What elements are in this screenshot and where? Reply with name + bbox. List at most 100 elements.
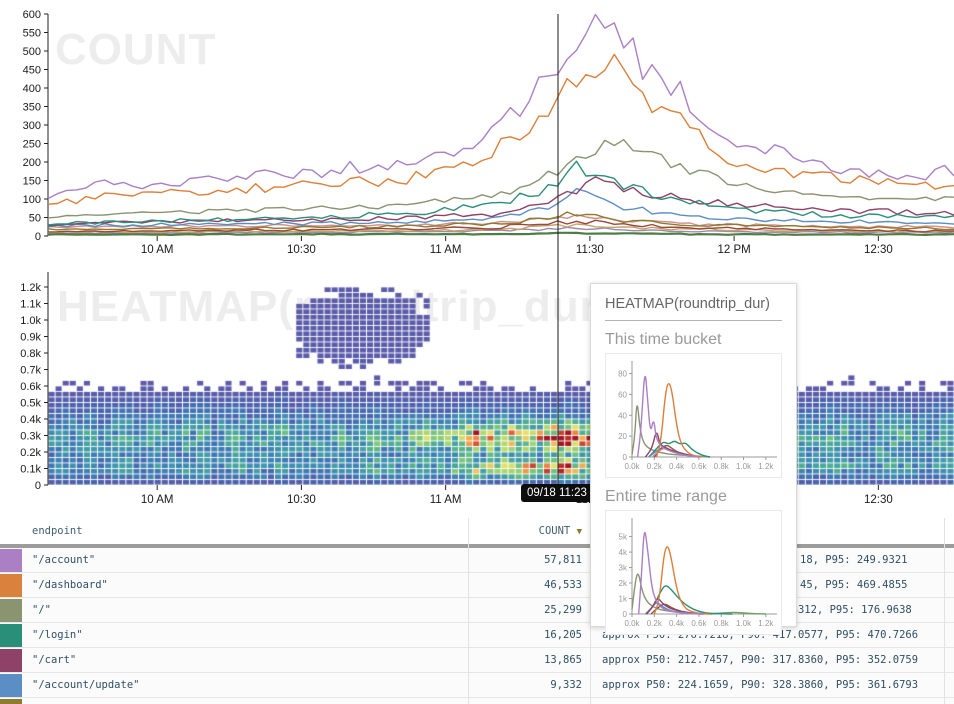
svg-text:200: 200 <box>23 157 41 169</box>
svg-text:10:30: 10:30 <box>287 494 316 506</box>
svg-text:11:30: 11:30 <box>576 244 604 256</box>
svg-text:600: 600 <box>23 9 41 21</box>
svg-text:50: 50 <box>29 213 41 225</box>
column-header-count[interactable]: COUNT ▼ <box>468 525 590 537</box>
svg-text:0.7k: 0.7k <box>20 365 41 377</box>
svg-text:0.2k: 0.2k <box>647 462 663 471</box>
svg-text:11 AM: 11 AM <box>430 494 462 506</box>
table-body: "/account" 57,811 18, P95: 249.9321 "/da… <box>0 548 954 704</box>
stats-cell: approx P50: 212.7457, P90: 317.8360, P95… <box>590 654 944 666</box>
svg-text:300: 300 <box>23 120 41 132</box>
svg-text:0.4k: 0.4k <box>20 414 41 426</box>
svg-text:10 AM: 10 AM <box>141 244 174 256</box>
svg-text:0.2k: 0.2k <box>647 619 663 628</box>
stats-cell: approx P50: 224.1659, P90: 328.3860, P95… <box>590 679 944 691</box>
popup-title: HEATMAP(roundtrip_dur) <box>605 296 782 321</box>
table-row[interactable]: "/login" 16,205 approx P50: 276.7218, P9… <box>0 623 954 648</box>
series-color-swatch <box>0 699 22 704</box>
endpoint-cell: "/account" <box>22 554 468 566</box>
entire-time-range-chart: 01k2k3k4k5k0.0k0.2k0.4k0.6k0.8k1.0k1.2k <box>605 510 782 635</box>
table-row[interactable]: "/dashboard" 46,533 45, P95: 469.4855 <box>0 573 954 598</box>
table-header-row: endpoint COUNT ▼ <box>0 518 954 544</box>
svg-text:60: 60 <box>618 390 627 399</box>
svg-text:0: 0 <box>35 480 41 492</box>
svg-text:0.6k: 0.6k <box>691 462 707 471</box>
heatmap-hover-popup: HEATMAP(roundtrip_dur) This time bucket … <box>590 283 797 627</box>
count-cell: 57,811 <box>468 554 590 566</box>
endpoint-cell: "/account/update" <box>22 679 468 691</box>
popup-section-label-range: Entire time range <box>605 488 782 506</box>
svg-text:11 AM: 11 AM <box>430 244 462 256</box>
count-cell: 16,205 <box>468 629 590 641</box>
svg-text:0.2k: 0.2k <box>20 447 41 459</box>
series-color-swatch <box>0 549 22 572</box>
sort-desc-icon: ▼ <box>577 527 582 537</box>
column-header-endpoint[interactable]: endpoint <box>22 525 468 537</box>
endpoint-cell: "/dashboard" <box>22 579 468 591</box>
count-cell: 46,533 <box>468 579 590 591</box>
svg-text:0.6k: 0.6k <box>20 381 41 393</box>
svg-text:1.2k: 1.2k <box>758 619 774 628</box>
svg-text:0: 0 <box>623 453 628 462</box>
table-row[interactable]: "/account" 57,811 18, P95: 249.9321 <box>0 548 954 573</box>
svg-text:500: 500 <box>23 46 41 58</box>
column-divider <box>944 518 945 704</box>
svg-text:40: 40 <box>618 411 627 420</box>
svg-text:550: 550 <box>23 28 41 40</box>
endpoint-cell: "/login" <box>22 629 468 641</box>
svg-text:0.8k: 0.8k <box>20 348 41 360</box>
series-color-swatch <box>0 599 22 622</box>
svg-text:10 AM: 10 AM <box>141 494 174 506</box>
svg-text:350: 350 <box>23 102 41 114</box>
svg-text:450: 450 <box>23 65 41 77</box>
table-row[interactable]: "/" 25,299 approx P50: 52.4283, P90: 145… <box>0 598 954 623</box>
svg-text:5k: 5k <box>619 533 628 542</box>
svg-text:150: 150 <box>23 176 41 188</box>
svg-text:250: 250 <box>23 139 41 151</box>
column-divider <box>468 518 469 704</box>
endpoint-cell: "/cart" <box>22 654 468 666</box>
svg-text:100: 100 <box>23 194 41 206</box>
endpoint-cell: "/" <box>22 604 468 616</box>
svg-text:1k: 1k <box>619 595 628 604</box>
svg-text:400: 400 <box>23 83 41 95</box>
svg-text:1.2k: 1.2k <box>758 462 774 471</box>
svg-text:0: 0 <box>623 610 628 619</box>
svg-text:1.2k: 1.2k <box>20 282 41 294</box>
svg-text:0.6k: 0.6k <box>691 619 707 628</box>
query-dashboard: COUNT HEATMAP(roundtrip_dur) 05010015020… <box>0 0 954 704</box>
charts-layer[interactable]: 05010015020025030035040045050055060010 A… <box>0 0 954 512</box>
svg-text:1.0k: 1.0k <box>736 619 752 628</box>
svg-text:20: 20 <box>618 432 627 441</box>
crosshair-timestamp-badge: 09/18 11:23 <box>521 484 593 502</box>
table-row[interactable]: "/cart" 13,865 approx P50: 212.7457, P90… <box>0 648 954 673</box>
svg-text:1.0k: 1.0k <box>20 315 41 327</box>
svg-text:1.0k: 1.0k <box>736 462 752 471</box>
svg-text:0.8k: 0.8k <box>714 619 730 628</box>
svg-text:0.3k: 0.3k <box>20 431 41 443</box>
svg-text:12:30: 12:30 <box>864 494 893 506</box>
table-row[interactable]: "/account/update" 9,332 approx P50: 224.… <box>0 673 954 698</box>
series-color-swatch <box>0 574 22 597</box>
table-row[interactable]: "/track/event" <box>0 698 954 704</box>
svg-text:2k: 2k <box>619 579 628 588</box>
count-cell: 9,332 <box>468 679 590 691</box>
svg-text:0.4k: 0.4k <box>669 619 685 628</box>
this-time-bucket-chart: 0204060800.0k0.2k0.4k0.6k0.8k1.0k1.2k <box>605 353 782 478</box>
count-cell: 13,865 <box>468 654 590 666</box>
svg-text:0.9k: 0.9k <box>20 332 41 344</box>
series-color-swatch <box>0 674 22 697</box>
svg-text:12 PM: 12 PM <box>717 244 750 256</box>
svg-text:1.1k: 1.1k <box>20 299 41 311</box>
svg-text:10:30: 10:30 <box>287 244 316 256</box>
series-color-swatch <box>0 649 22 672</box>
svg-text:0.1k: 0.1k <box>20 464 41 476</box>
count-cell: 25,299 <box>468 604 590 616</box>
svg-text:0.0k: 0.0k <box>624 619 640 628</box>
svg-text:3k: 3k <box>619 564 628 573</box>
series-color-swatch <box>0 624 22 647</box>
svg-text:0.0k: 0.0k <box>624 462 640 471</box>
popup-section-label-bucket: This time bucket <box>605 331 782 349</box>
svg-text:80: 80 <box>618 370 627 379</box>
results-table: endpoint COUNT ▼ "/account" 57,811 18, P… <box>0 518 954 704</box>
